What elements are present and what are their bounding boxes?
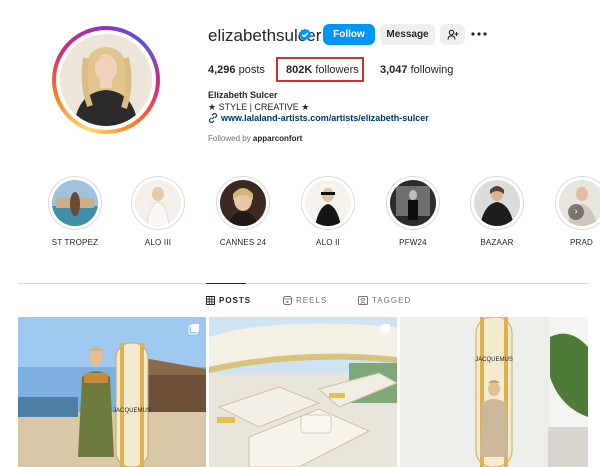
post-image (209, 317, 397, 467)
message-button[interactable]: Message (380, 24, 435, 45)
followed-by-text[interactable]: Followed by apparconfort (208, 134, 302, 143)
highlight-cover (305, 180, 351, 226)
more-options-icon[interactable] (470, 27, 488, 41)
active-tab-indicator (206, 283, 246, 284)
highlight-st-tropez[interactable]: ST TROPEZ (35, 176, 115, 247)
suggested-accounts-button[interactable] (440, 24, 465, 45)
highlight-cover (135, 180, 181, 226)
link-icon (208, 113, 218, 123)
follow-button[interactable]: Follow (323, 24, 375, 45)
post-image: JACQUEMUS (18, 317, 206, 467)
highlight-alo-iii[interactable]: ALO III (118, 176, 198, 247)
carousel-icon (188, 324, 199, 335)
highlight-cover (474, 180, 520, 226)
profile-link[interactable]: www.lalaland-artists.com/artists/elizabe… (208, 113, 429, 123)
profile-avatar[interactable] (52, 26, 160, 134)
following-count[interactable]: 3,047 following (380, 64, 453, 76)
highlight-cover (220, 180, 266, 226)
followers-count[interactable]: 802K followers (286, 64, 359, 76)
highlight-cover (52, 180, 98, 226)
highlight-pfw24[interactable]: PFW24 (373, 176, 453, 247)
reels-icon (283, 295, 292, 305)
post-thumbnail[interactable] (209, 317, 397, 467)
post-thumbnail[interactable]: JACQUEMUS (18, 317, 206, 467)
full-name: Elizabeth Sulcer (208, 90, 278, 100)
verified-badge-icon (298, 28, 312, 41)
next-highlights-button[interactable]: › (568, 204, 584, 220)
tab-reels[interactable]: REELS (283, 292, 327, 308)
highlight-alo-ii[interactable]: ALO II (288, 176, 368, 247)
bio-text: ★ STYLE | CREATIVE ★ (208, 102, 310, 112)
tagged-icon (358, 295, 368, 305)
surfboard-text: JACQUEMUS (113, 408, 151, 414)
highlight-cover (390, 180, 436, 226)
profile-photo (60, 34, 152, 126)
post-image: JACQUEMUS (400, 317, 588, 467)
highlight-bazaar[interactable]: BAZAAR (457, 176, 537, 247)
carousel-icon (379, 324, 390, 335)
posts-count: 4,296 posts (208, 64, 265, 76)
post-thumbnail[interactable]: JACQUEMUS (400, 317, 588, 467)
add-person-icon (446, 29, 458, 40)
grid-icon (206, 295, 215, 305)
tab-posts[interactable]: POSTS (206, 292, 251, 308)
tab-tagged[interactable]: TAGGED (358, 292, 411, 308)
tabs-divider (18, 283, 588, 284)
highlight-cannes-24[interactable]: CANNES 24 (203, 176, 283, 247)
surfboard-text: JACQUEMUS (475, 357, 513, 363)
